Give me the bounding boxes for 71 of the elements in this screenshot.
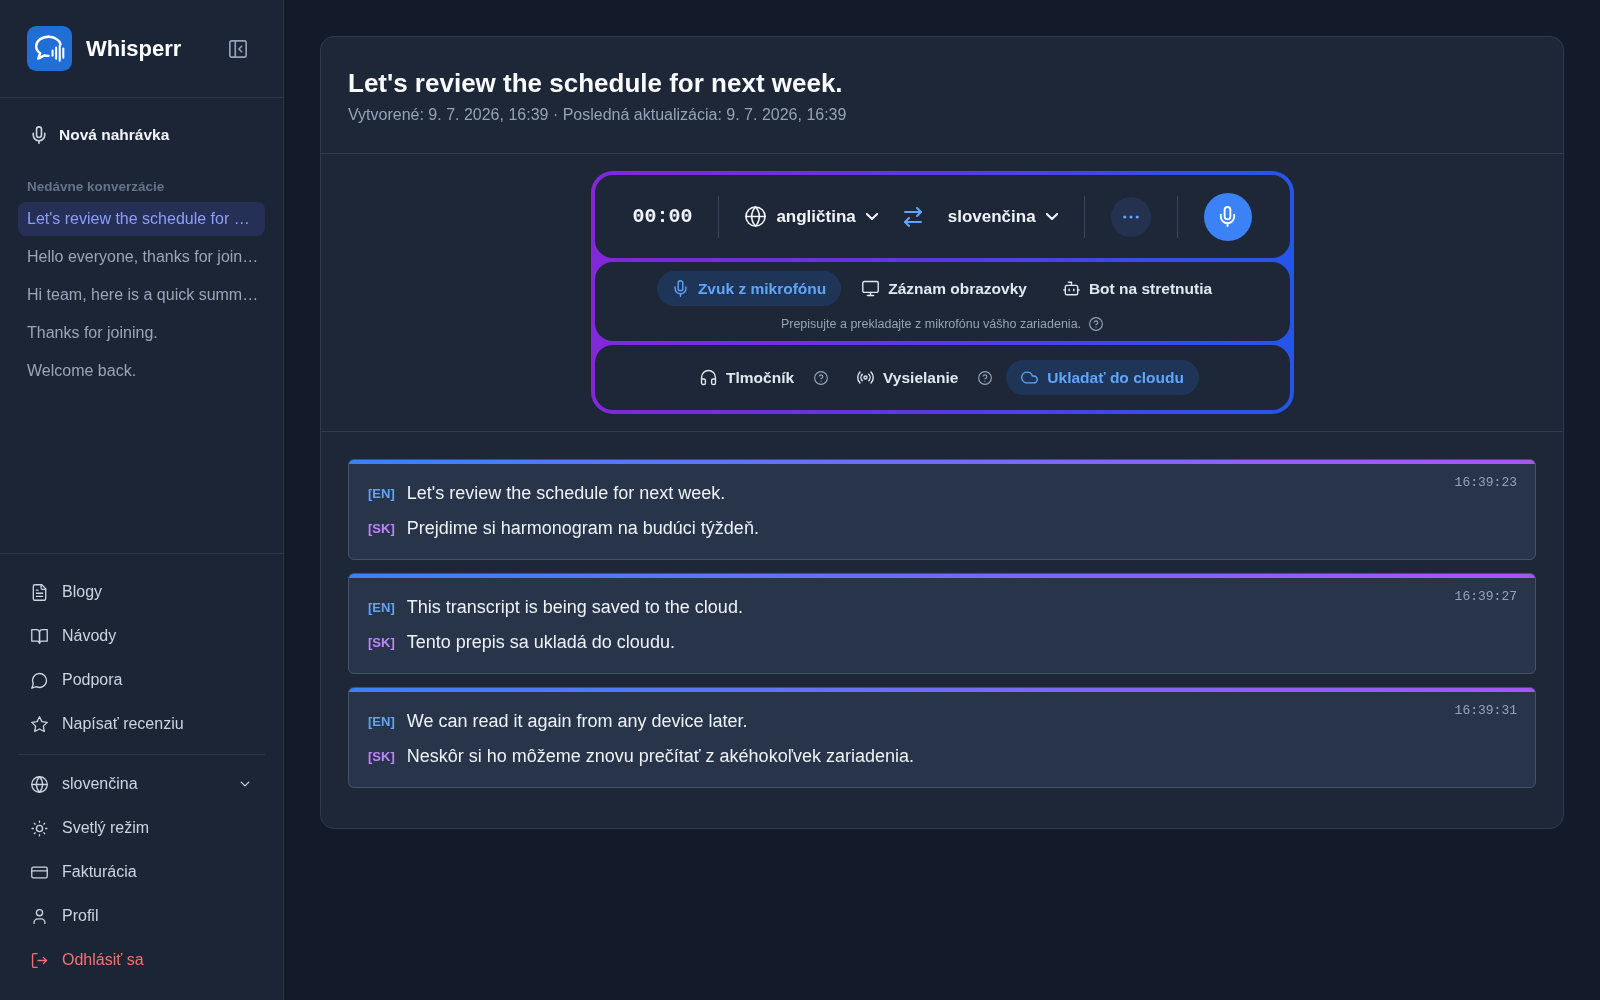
question-circle-icon[interactable] [1089,317,1104,331]
transcript-text: Let's review the schedule for next week. [406,482,726,505]
sidebar-panel-icon [228,38,248,59]
language-select[interactable]: slovenčina [18,762,265,806]
chevron-down-icon [1045,213,1058,220]
nav-link[interactable]: Profil [18,894,265,938]
microphone-icon [30,126,48,144]
language-tag: [EN] [368,598,395,616]
language-tag: [SK] [368,519,395,537]
chevron-down-icon [865,213,878,220]
logout-link[interactable]: Odhlásiť sa [18,938,265,982]
nav-link[interactable]: Podpora [18,658,265,702]
broadcast-icon [857,369,875,386]
nav-link[interactable]: Návody [18,614,265,658]
question-circle-icon[interactable] [978,370,993,385]
open-book-icon [31,627,48,645]
nav-link[interactable]: Svetlý režim [18,806,265,850]
globe-icon [745,206,767,227]
conversation-item[interactable]: Hi team, here is a quick summ… [18,278,265,312]
target-language-select[interactable]: slovenčina [947,206,1058,227]
transcript-text: Tento prepis sa ukladá do cloudu. [406,631,675,654]
input-mode-tab[interactable]: Bot na stretnutia [1047,271,1228,306]
input-mode-tab[interactable]: Záznam obrazovky [847,271,1042,306]
timestamp: 16:39:27 [1454,589,1517,605]
collapse-sidebar-button[interactable] [228,38,248,59]
language-tag: [SK] [368,747,395,765]
option-toggle[interactable]: Tlmočník [685,360,810,395]
input-mode-hint: Prepisujte a prekladajte z mikrofónu vášho zariadenia. [780,316,1082,332]
globe-icon [31,775,48,793]
conversation-item[interactable]: Let's review the schedule for … [18,202,265,236]
timer: 00:00 [632,205,693,228]
transcript-text: This transcript is being saved to the cloud. [406,596,743,619]
conversation-item[interactable]: Thanks for joining. [18,316,265,350]
nav-link[interactable]: Napísať recenziu [18,702,265,746]
logo-icon [27,26,72,71]
credit-card-icon [31,863,48,881]
microphone-icon [671,280,689,297]
timestamp: 16:39:23 [1454,475,1517,491]
ellipsis-icon [1122,214,1139,219]
star-icon [31,715,48,733]
sun-icon [31,819,48,837]
user-icon [31,907,48,925]
robot-icon [1062,280,1080,297]
conversation-title: Let's review the schedule for next week. [348,67,843,99]
language-tag: [EN] [368,712,395,730]
speech-bubble-icon [31,671,48,689]
conversation-item[interactable]: Welcome back. [18,354,265,388]
monitor-icon [862,280,880,297]
cloud-icon [1021,369,1039,386]
transcript-text: Prejdime si harmonogram na budúci týždeň. [406,517,759,540]
source-language-select[interactable]: angličtina [745,206,878,227]
input-mode-tab[interactable]: Zvuk z mikrofónu [656,271,842,306]
document-icon [31,583,48,601]
logout-icon [31,951,48,969]
app-name: Whisperr [86,35,182,62]
question-circle-icon[interactable] [814,370,829,385]
swap-arrows-icon[interactable] [903,206,922,227]
option-toggle[interactable]: Vysielanie [842,360,974,395]
transcript-text: We can read it again from any device later. [406,710,748,733]
new-recording-button[interactable]: Nová nahrávka [18,116,182,154]
section-heading: Nedávne konverzácie [27,179,165,195]
timestamp: 16:39:31 [1454,703,1517,719]
headphones-icon [700,369,718,386]
conversation-meta: Vytvorené: 9. 7. 2026, 16:39 · Posledná aktualizácia: 9. 7. 2026, 16:39 [348,105,847,125]
transcript-text: Neskôr si ho môžeme znovu prečítať z akéhokoľvek zariadenia. [406,745,914,768]
option-toggle[interactable]: Ukladať do cloudu [1006,360,1199,395]
language-tag: [EN] [368,484,395,502]
nav-link[interactable]: Blogy [18,570,265,614]
conversation-item[interactable]: Hello everyone, thanks for join… [18,240,265,274]
nav-link[interactable]: Fakturácia [18,850,265,894]
language-tag: [SK] [368,633,395,651]
